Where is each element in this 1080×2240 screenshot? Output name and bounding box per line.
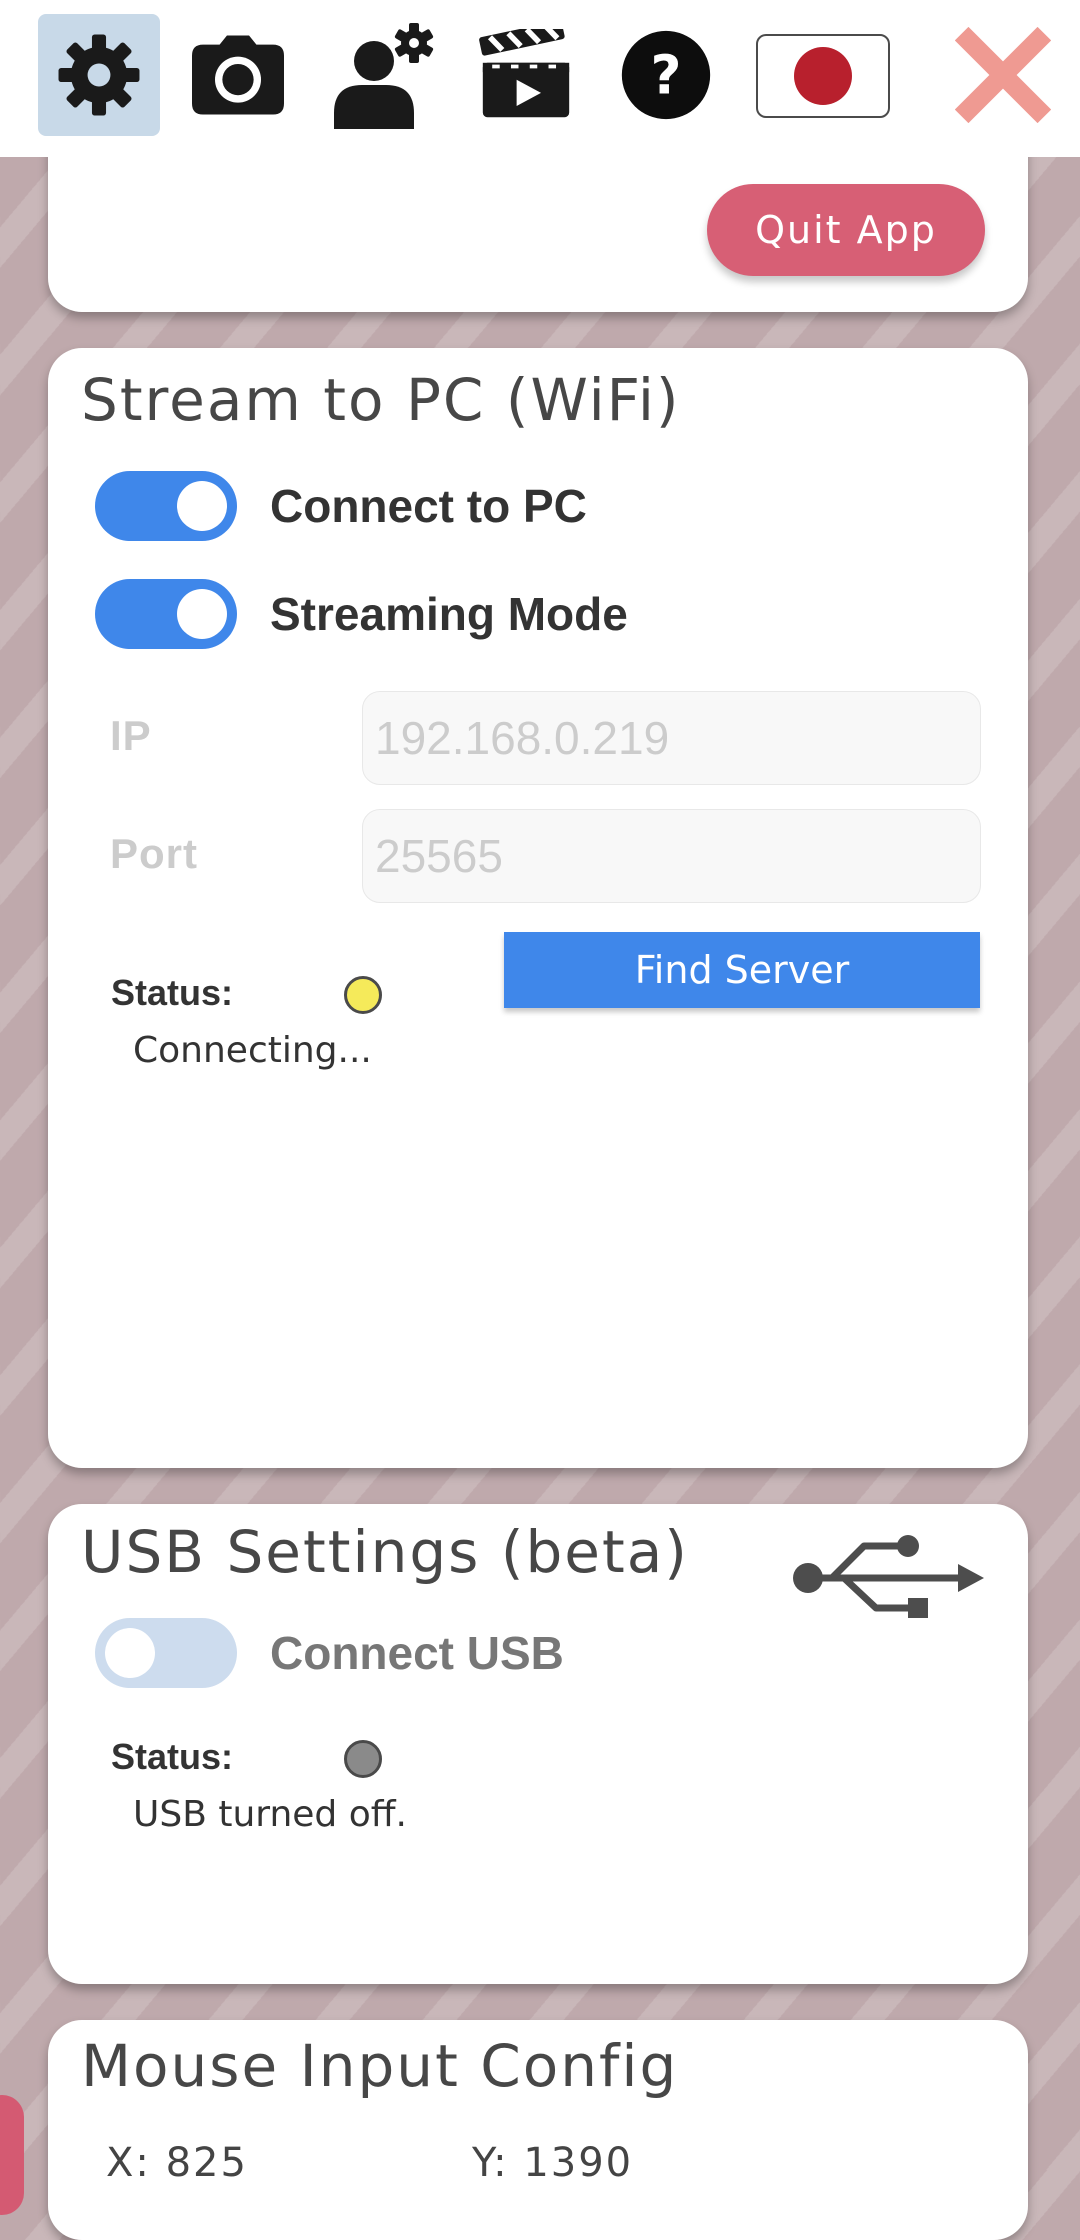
- close-button[interactable]: [948, 14, 1058, 136]
- stream-panel: Stream to PC (WiFi) Connect to PC Stream…: [48, 348, 1028, 1468]
- japan-flag-icon: [794, 47, 852, 105]
- side-drawer-handle[interactable]: [0, 2095, 24, 2215]
- connect-usb-label: Connect USB: [270, 1627, 564, 1679]
- port-input[interactable]: [362, 809, 981, 903]
- port-label: Port: [110, 830, 198, 877]
- clapperboard-icon: [479, 29, 570, 118]
- streaming-mode-label: Streaming Mode: [270, 588, 628, 640]
- mouse-x-label: X:: [106, 2140, 151, 2186]
- video-tab[interactable]: [474, 14, 578, 136]
- gear-icon: [58, 34, 140, 116]
- usb-panel: USB Settings (beta) Connect USB Status: …: [48, 1504, 1028, 1984]
- connect-pc-toggle[interactable]: [95, 471, 237, 541]
- mouse-y-label: Y:: [472, 2140, 509, 2186]
- mouse-y-readout: Y: 1390: [472, 2140, 633, 2186]
- stream-panel-title: Stream to PC (WiFi): [81, 366, 681, 434]
- stream-status-indicator: [344, 976, 382, 1014]
- connect-usb-toggle[interactable]: [95, 1618, 237, 1688]
- stream-status-text: Connecting...: [133, 1030, 372, 1071]
- settings-tab[interactable]: [38, 14, 160, 136]
- ip-input[interactable]: [362, 691, 981, 785]
- mouse-y-value: 1390: [523, 2140, 634, 2186]
- usb-status-indicator: [344, 1740, 382, 1778]
- quit-app-button[interactable]: Quit App: [707, 184, 985, 276]
- mouse-panel-title: Mouse Input Config: [81, 2032, 679, 2100]
- help-tab[interactable]: ?: [616, 14, 716, 136]
- usb-panel-title: USB Settings (beta): [81, 1518, 689, 1586]
- streaming-mode-row: Streaming Mode: [95, 579, 628, 649]
- help-icon: ?: [621, 30, 711, 120]
- user-settings-icon: [334, 23, 434, 129]
- language-button[interactable]: [756, 34, 890, 118]
- mouse-x-readout: X: 825: [106, 2140, 248, 2186]
- find-server-button[interactable]: Find Server: [504, 932, 980, 1008]
- camera-icon: [192, 35, 284, 115]
- mouse-x-value: 825: [165, 2140, 248, 2186]
- streaming-mode-toggle[interactable]: [95, 579, 237, 649]
- stream-status-label: Status:: [111, 972, 234, 1013]
- usb-icon: [793, 1535, 984, 1618]
- connect-usb-row: Connect USB: [95, 1618, 564, 1688]
- camera-tab[interactable]: [186, 14, 290, 136]
- mouse-panel: Mouse Input Config X: 825 Y: 1390: [48, 2020, 1028, 2240]
- svg-text:?: ?: [651, 43, 682, 106]
- top-toolbar: ?: [0, 0, 1080, 157]
- connect-pc-row: Connect to PC: [95, 471, 587, 541]
- close-icon: [955, 27, 1051, 123]
- usb-status-text: USB turned off.: [133, 1794, 407, 1835]
- usb-status-label: Status:: [111, 1736, 234, 1777]
- ip-label: IP: [110, 712, 152, 759]
- user-settings-tab[interactable]: [326, 14, 442, 136]
- connect-pc-label: Connect to PC: [270, 480, 587, 532]
